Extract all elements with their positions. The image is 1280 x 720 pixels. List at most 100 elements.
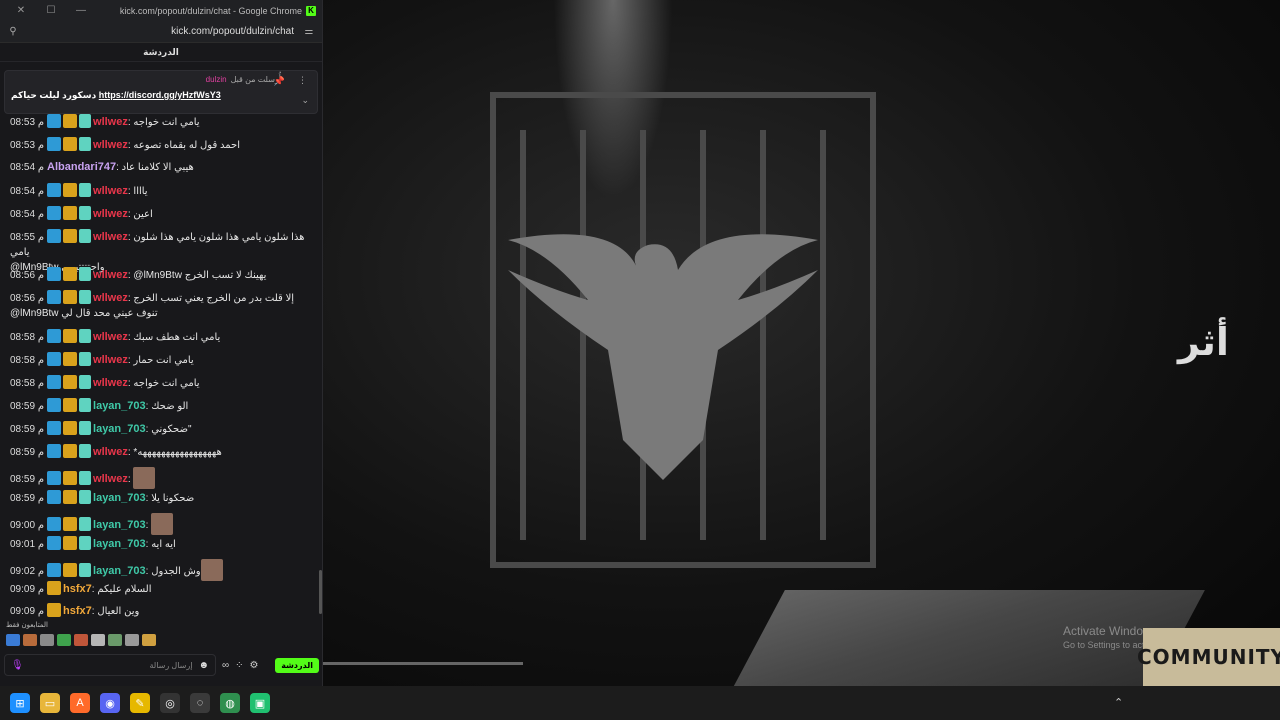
chat-messages[interactable]: 08:53 م wllwez: يامي انت خواجه 08:53 م wllw…	[0, 62, 322, 620]
tray-chevron-icon[interactable]: ⌃	[1114, 696, 1123, 709]
chat-message[interactable]: 08:54 م wllwez: اعين	[10, 206, 309, 222]
chat-message[interactable]: 08:58 م wllwez: يامي انت خواجه	[10, 375, 309, 391]
chat-message[interactable]: 08:56 م wllwez: @lMn9Btw يهينك لا تسب الخ…	[10, 267, 309, 283]
message-username[interactable]: Albandari747	[47, 161, 116, 173]
close-icon[interactable]: ✕	[6, 5, 36, 16]
subscriber-badge-icon[interactable]	[79, 352, 92, 366]
subscriber-badge-icon[interactable]	[79, 114, 92, 128]
chevron-down-icon[interactable]: ⌄	[301, 95, 309, 106]
moderator-badge-icon[interactable]	[47, 183, 62, 197]
crown-badge-icon[interactable]	[63, 329, 78, 343]
subscriber-badge-icon[interactable]	[79, 536, 92, 550]
pinned-author[interactable]: dulzin	[206, 75, 227, 84]
more-menu-icon[interactable]: ⋮	[298, 75, 307, 86]
message-username[interactable]: hsfx7	[63, 583, 92, 595]
message-username[interactable]: wllwez	[93, 473, 128, 485]
crown-badge-icon[interactable]	[63, 114, 78, 128]
emote-image[interactable]	[151, 513, 174, 535]
chat-message[interactable]: 09:02 م layan_703: وش الجدول	[10, 559, 309, 581]
emote-icon[interactable]	[74, 634, 88, 646]
subscriber-badge-icon[interactable]	[79, 206, 92, 220]
moderator-badge-icon[interactable]	[47, 536, 62, 550]
pinned-message[interactable]: dulzin أُرسلت من قبل 📌 ⋮ دسكورد ليلت حيا…	[4, 70, 318, 114]
subscriber-badge-icon[interactable]	[79, 471, 92, 485]
crown-badge-icon[interactable]	[63, 375, 78, 389]
moderator-badge-icon[interactable]	[47, 563, 62, 577]
address-bar[interactable]: ⚲ kick.com/popout/dulzin/chat ⚌	[0, 21, 322, 43]
site-info-icon[interactable]: ⚲	[6, 26, 20, 37]
subscriber-badge-icon[interactable]	[79, 490, 92, 504]
app-a-icon[interactable]: A	[70, 693, 90, 713]
moderator-badge-icon[interactable]	[47, 206, 62, 220]
moderator-badge-icon[interactable]	[47, 114, 62, 128]
moderator-badge-icon[interactable]	[47, 329, 62, 343]
pen-app-icon[interactable]: ✎	[130, 693, 150, 713]
chrome-icon[interactable]: ◍	[220, 693, 240, 713]
message-username[interactable]: wllwez	[93, 208, 128, 220]
message-username[interactable]: wllwez	[93, 116, 128, 128]
message-username[interactable]: wllwez	[93, 231, 128, 243]
moderator-badge-icon[interactable]	[47, 490, 62, 504]
message-username[interactable]: wllwez	[93, 446, 128, 458]
minimize-icon[interactable]: —	[66, 5, 96, 16]
mic-icon[interactable]: 🎙	[11, 660, 24, 671]
file-explorer-icon[interactable]: ▭	[40, 693, 60, 713]
moderator-badge-icon[interactable]	[47, 398, 62, 412]
emote-icon[interactable]	[23, 634, 37, 646]
message-username[interactable]: layan_703	[93, 565, 146, 577]
crown-badge-icon[interactable]	[63, 398, 78, 412]
emote-icon[interactable]	[108, 634, 122, 646]
chat-message[interactable]: 08:58 م wllwez: يامي انت هطف سبك	[10, 329, 309, 345]
chat-scrollbar[interactable]	[319, 570, 322, 614]
subscriber-badge-icon[interactable]	[79, 183, 92, 197]
message-username[interactable]: wllwez	[93, 269, 128, 281]
chat-message[interactable]: 08:59 م wllwez:	[10, 467, 309, 489]
crown-badge-icon[interactable]	[63, 536, 78, 550]
chat-message[interactable]: 09:00 م layan_703:	[10, 513, 309, 535]
crown-badge-icon[interactable]	[63, 421, 78, 435]
crown-badge-icon[interactable]	[63, 471, 78, 485]
chat-message[interactable]: 09:09 م hsfx7: وين العيال	[10, 603, 309, 619]
crown-badge-icon[interactable]	[63, 490, 78, 504]
emote-icon[interactable]	[91, 634, 105, 646]
moderator-badge-icon[interactable]	[47, 444, 62, 458]
pinned-link[interactable]: https://discord.gg/yHzfWsY3	[99, 90, 221, 100]
app-icon[interactable]: ◌	[190, 693, 210, 713]
moderator-badge-icon[interactable]	[47, 267, 62, 281]
chat-message[interactable]: 08:58 م wllwez: يامي انت حمار	[10, 352, 309, 368]
stream-video[interactable]: أثر Activate Windows Go to Settings to a…	[323, 0, 1280, 686]
chat-message[interactable]: 08:56 م wllwez: إلا قلت بدر من الخرج يعني…	[10, 290, 309, 321]
emote-icon[interactable]	[125, 634, 139, 646]
crown-badge-icon[interactable]	[63, 229, 78, 243]
obs-icon[interactable]: ◎	[160, 693, 180, 713]
message-username[interactable]: hsfx7	[63, 605, 92, 617]
message-username[interactable]: layan_703	[93, 400, 146, 412]
emoji-icon[interactable]: ☻	[198, 660, 209, 671]
chat-send-button[interactable]: الدردشة	[275, 657, 319, 673]
chat-message[interactable]: 08:54 م Albandari747: هيبي الا كلامنا عاد	[10, 160, 309, 175]
chat-message[interactable]: 08:53 م wllwez: احمد قول له بقماه تصوعه	[10, 137, 309, 153]
crown-badge-icon[interactable]	[63, 517, 78, 531]
maximize-icon[interactable]: ☐	[36, 5, 66, 16]
moderator-badge-icon[interactable]	[47, 290, 62, 304]
subscriber-badge-icon[interactable]	[79, 563, 92, 577]
moderator-badge-icon[interactable]	[47, 421, 62, 435]
chat-input[interactable]: 🎙 إرسال رسالة ☻	[4, 654, 216, 676]
chat-message[interactable]: 08:54 م wllwez: ياااا	[10, 183, 309, 199]
chat-message[interactable]: 08:59 م wllwez: *هههههههههههههههههه	[10, 444, 309, 460]
crown-badge-icon[interactable]	[63, 352, 78, 366]
message-username[interactable]: wllwez	[93, 185, 128, 197]
crown-badge-icon[interactable]	[63, 137, 78, 151]
subscriber-badge-icon[interactable]	[79, 517, 92, 531]
infinity-icon[interactable]: ∞	[222, 660, 229, 671]
crown-badge-icon[interactable]	[63, 563, 78, 577]
chat-message[interactable]: 08:53 م wllwez: يامي انت خواجه	[10, 114, 309, 130]
emote-image[interactable]	[133, 467, 156, 489]
message-username[interactable]: layan_703	[93, 492, 146, 504]
emote-icon[interactable]	[142, 634, 156, 646]
crown-badge-icon[interactable]	[47, 581, 62, 595]
message-username[interactable]: wllwez	[93, 292, 128, 304]
emote-image[interactable]	[200, 559, 223, 581]
message-username[interactable]: layan_703	[93, 519, 146, 531]
moderator-badge-icon[interactable]	[47, 352, 62, 366]
